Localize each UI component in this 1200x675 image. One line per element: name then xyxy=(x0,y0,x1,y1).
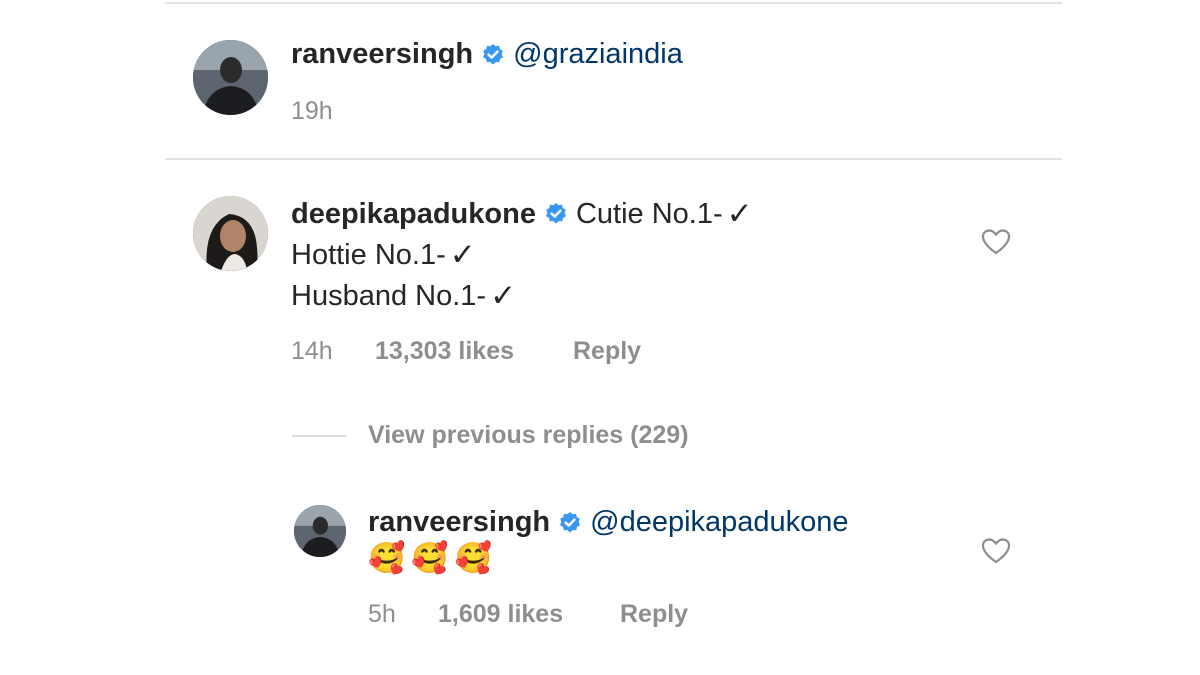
heart-outline-icon[interactable] xyxy=(981,228,1011,256)
comment-time-1: 19h xyxy=(291,97,333,126)
comment-line-3: Husband No.1- ✓ xyxy=(291,278,516,314)
smiling-face-with-hearts-emoji: 🥰 xyxy=(368,542,406,575)
comment-header-2: deepikapadukone Cutie No.1- ✓ xyxy=(291,196,753,232)
verified-badge-icon xyxy=(483,43,504,64)
mention-link[interactable]: @graziaindia xyxy=(513,38,683,71)
comment-text-line1: Cutie No.1- xyxy=(575,197,723,230)
comment-meta-2: 14h xyxy=(291,337,333,366)
timestamp: 14h xyxy=(291,337,333,365)
replies-line xyxy=(292,435,346,437)
view-previous-replies-button[interactable]: View previous replies (229) xyxy=(368,421,689,450)
likes-label[interactable]: 13,303 likes xyxy=(375,337,514,365)
checkmark-icon: ✓ xyxy=(490,278,517,313)
username[interactable]: ranveersingh xyxy=(368,506,550,539)
reply-button[interactable]: Reply xyxy=(620,600,688,629)
avatar-deepikapadukone[interactable] xyxy=(193,196,268,271)
checkmark-icon: ✓ xyxy=(449,237,476,272)
mention-link[interactable]: @deepikapadukone xyxy=(590,506,848,539)
avatar-image xyxy=(294,505,346,557)
verified-badge-icon xyxy=(545,203,566,224)
reply-label[interactable]: Reply xyxy=(620,600,688,628)
comment-text-line2: Hottie No.1- xyxy=(291,238,446,271)
comment-text-line3: Husband No.1- xyxy=(291,279,487,312)
username[interactable]: deepikapadukone xyxy=(291,198,536,231)
reply-header: ranveersingh @deepikapadukone xyxy=(368,506,849,539)
smiling-face-with-hearts-emoji: 🥰 xyxy=(454,542,493,575)
likes-label[interactable]: 1,609 likes xyxy=(438,600,563,628)
checkmark-icon: ✓ xyxy=(726,196,753,231)
heart-outline-icon[interactable] xyxy=(981,537,1011,565)
avatar-ranveersingh[interactable] xyxy=(193,40,268,115)
likes-count[interactable]: 13,303 likes xyxy=(375,337,514,366)
comment-header-1: ranveersingh @graziaindia xyxy=(291,38,683,71)
reply-meta-time: 5h xyxy=(368,600,396,629)
likes-count[interactable]: 1,609 likes xyxy=(438,600,563,629)
timestamp: 19h xyxy=(291,97,333,125)
top-divider xyxy=(165,2,1062,4)
comment-line-2: Hottie No.1- ✓ xyxy=(291,237,476,273)
timestamp: 5h xyxy=(368,600,396,628)
reply-label[interactable]: Reply xyxy=(573,337,641,365)
reply-emojis: 🥰 🥰 🥰 xyxy=(368,541,498,576)
section-divider xyxy=(165,158,1062,160)
avatar-image xyxy=(193,196,268,271)
username[interactable]: ranveersingh xyxy=(291,38,473,71)
smiling-face-with-hearts-emoji: 🥰 xyxy=(411,542,449,575)
avatar-image xyxy=(193,40,268,115)
reply-button[interactable]: Reply xyxy=(573,337,641,366)
avatar-ranveersingh-reply[interactable] xyxy=(294,505,346,557)
verified-badge-icon xyxy=(560,511,581,532)
